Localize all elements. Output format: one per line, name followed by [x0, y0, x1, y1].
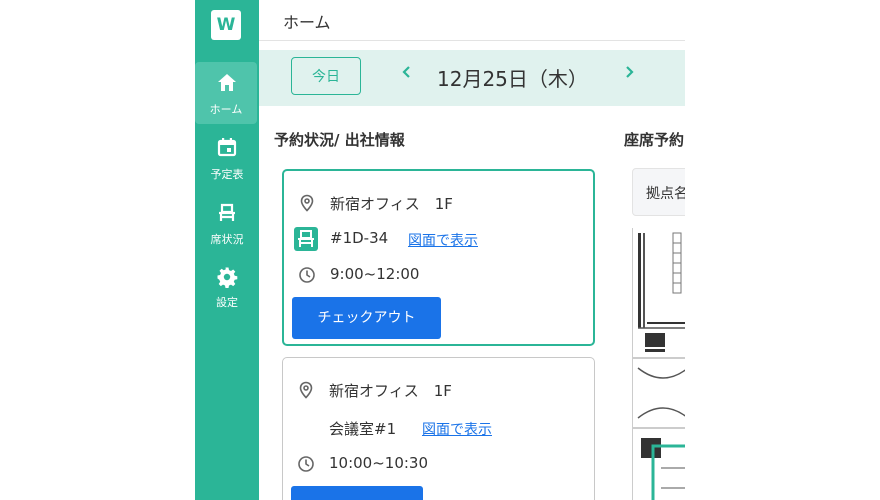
- checkout-button[interactable]: チェックアウト: [292, 297, 441, 339]
- page-title: ホーム: [283, 13, 331, 32]
- home-icon: [218, 74, 236, 91]
- sidebar-item-schedule[interactable]: 予定表: [195, 126, 259, 188]
- seat-icon: [219, 203, 235, 221]
- location-text: 新宿オフィス 1F: [330, 195, 453, 213]
- reservation-card[interactable]: 新宿オフィス 1F 会議室#1 図面で表示 10:00~10:30: [282, 357, 595, 500]
- app-logo[interactable]: W: [211, 10, 241, 40]
- chevron-left-icon[interactable]: [399, 64, 415, 80]
- header: ホーム: [259, 0, 685, 41]
- sidebar: W ホーム 予定表 席状況 設定: [195, 0, 259, 500]
- app-window: W ホーム 予定表 席状況 設定 ホーム 今日 12月25日（木） 予約状況/ …: [195, 0, 685, 500]
- seat-icon: [294, 227, 318, 251]
- room-name: 会議室#1: [329, 420, 397, 438]
- sidebar-item-label: ホーム: [209, 103, 243, 116]
- date-navigation: 今日 12月25日（木）: [259, 50, 685, 106]
- location-text: 新宿オフィス 1F: [329, 382, 452, 400]
- sidebar-item-label: 席状況: [210, 233, 244, 246]
- gear-icon: [217, 267, 238, 288]
- seat-reservation-section-title: 座席予約: [624, 131, 685, 149]
- clock-icon: [298, 456, 314, 472]
- location-pin-icon: [300, 194, 314, 212]
- location-pin-icon: [299, 381, 313, 399]
- sidebar-item-home[interactable]: ホーム: [195, 62, 257, 124]
- sidebar-item-seats[interactable]: 席状況: [195, 192, 259, 254]
- calendar-icon: [217, 138, 237, 157]
- location-filter[interactable]: 拠点名: [632, 168, 685, 216]
- reservation-card[interactable]: 新宿オフィス 1F #1D-34 図面で表示 9:00~12:00 チェックアウ…: [282, 169, 595, 346]
- chevron-right-icon[interactable]: [621, 64, 637, 80]
- show-map-link[interactable]: 図面で表示: [422, 419, 492, 439]
- sidebar-item-label: 予定表: [210, 168, 244, 181]
- time-text: 9:00~12:00: [330, 265, 420, 283]
- reservation-section-title: 予約状況/ 出社情報: [274, 131, 405, 149]
- sidebar-item-settings[interactable]: 設定: [195, 256, 259, 318]
- time-text: 10:00~10:30: [329, 454, 429, 472]
- seat-number: #1D-34: [330, 229, 389, 247]
- show-map-link[interactable]: 図面で表示: [408, 230, 478, 250]
- card-action-button[interactable]: [291, 486, 423, 500]
- clock-icon: [299, 267, 315, 283]
- filter-label: 拠点名: [646, 186, 685, 202]
- current-date: 12月25日（木）: [437, 67, 588, 91]
- floor-map-drawing: [633, 232, 685, 500]
- floor-map[interactable]: [632, 228, 685, 500]
- sidebar-item-label: 設定: [216, 296, 238, 309]
- today-button[interactable]: 今日: [291, 57, 361, 95]
